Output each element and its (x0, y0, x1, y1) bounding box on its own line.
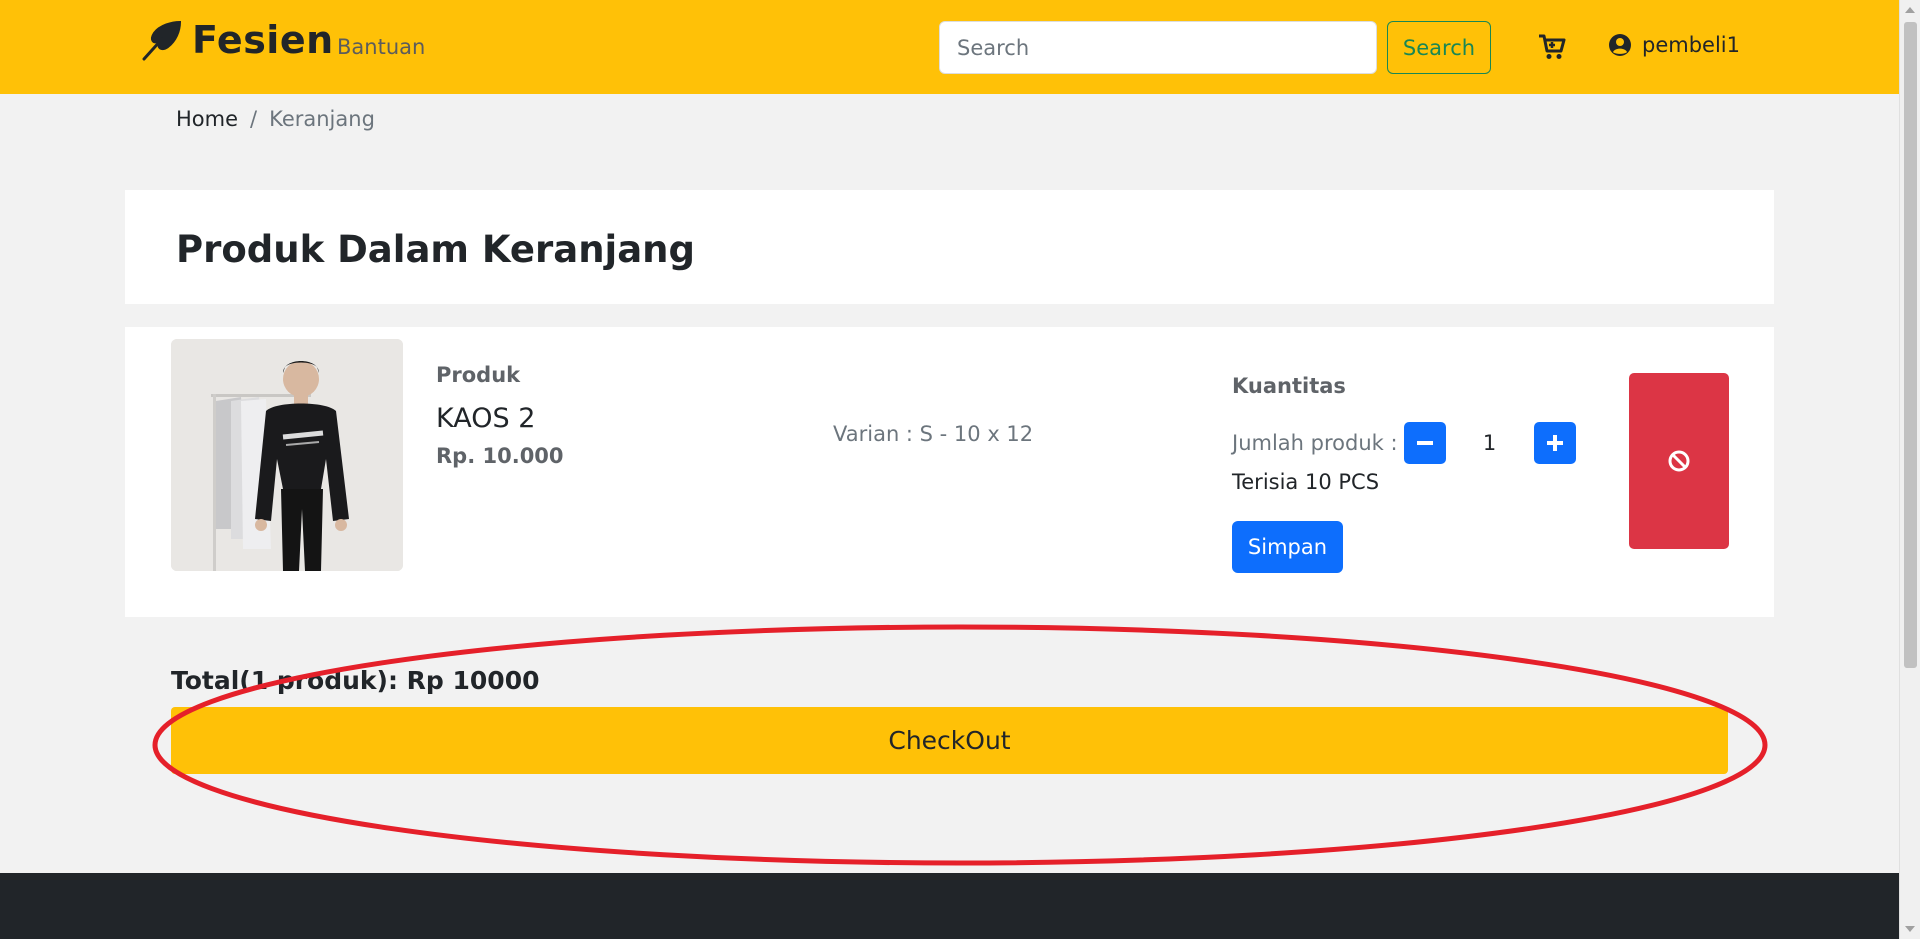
search-input[interactable] (939, 21, 1377, 74)
checkout-button[interactable]: CheckOut (171, 707, 1728, 774)
product-image (171, 339, 403, 571)
search-button[interactable]: Search (1387, 21, 1491, 74)
product-price: Rp. 10.000 (436, 444, 564, 468)
plus-icon (1546, 435, 1563, 451)
cart-icon[interactable] (1538, 33, 1566, 61)
delete-item-button[interactable] (1629, 373, 1729, 549)
user-circle-icon (1609, 34, 1631, 56)
username: pembeli1 (1642, 33, 1740, 57)
breadcrumb-container: Home / Keranjang (140, 94, 1758, 166)
user-menu[interactable]: pembeli1 (1608, 33, 1740, 57)
product-label: Produk (436, 363, 521, 387)
breadcrumb-separator: / (250, 107, 258, 131)
brand-link[interactable]: Fesien (140, 18, 334, 62)
feather-icon (142, 20, 182, 61)
ban-icon (1668, 450, 1690, 472)
total-text: Total(1 produk): Rp 10000 (171, 666, 540, 695)
increase-quantity-button[interactable] (1533, 422, 1576, 464)
cart-item: Produk KAOS 2 Rp. 10.000 Varian : S - 10… (125, 327, 1774, 617)
product-name[interactable]: KAOS 2 (436, 403, 535, 434)
decrease-quantity-button[interactable] (1403, 422, 1446, 464)
quantity-stepper: Jumlah produk : 1 (1232, 422, 1576, 464)
scroll-down-arrow[interactable] (1905, 926, 1915, 932)
product-variant: Varian : S - 10 x 12 (833, 422, 1034, 446)
stock-info: Terisia 10 PCS (1232, 470, 1380, 494)
minus-icon (1416, 441, 1433, 445)
page-title: Produk Dalam Keranjang (176, 228, 696, 271)
save-button[interactable]: Simpan (1232, 521, 1343, 573)
footer (0, 873, 1899, 939)
breadcrumb-current: Keranjang (269, 107, 375, 131)
nav-link-bantuan[interactable]: Bantuan (337, 35, 425, 59)
scroll-thumb[interactable] (1904, 22, 1917, 668)
scrollbar[interactable] (1899, 0, 1920, 939)
breadcrumb-home[interactable]: Home (176, 107, 238, 131)
quantity-text: Jumlah produk : (1232, 431, 1398, 455)
navbar: Fesien Bantuan Search pembeli1 (0, 0, 1899, 94)
quantity-label: Kuantitas (1232, 374, 1346, 398)
brand-name: Fesien (192, 18, 334, 62)
title-card: Produk Dalam Keranjang (125, 190, 1774, 304)
breadcrumb: Home / Keranjang (176, 107, 375, 131)
quantity-value[interactable]: 1 (1446, 431, 1534, 455)
scroll-up-arrow[interactable] (1905, 7, 1915, 13)
